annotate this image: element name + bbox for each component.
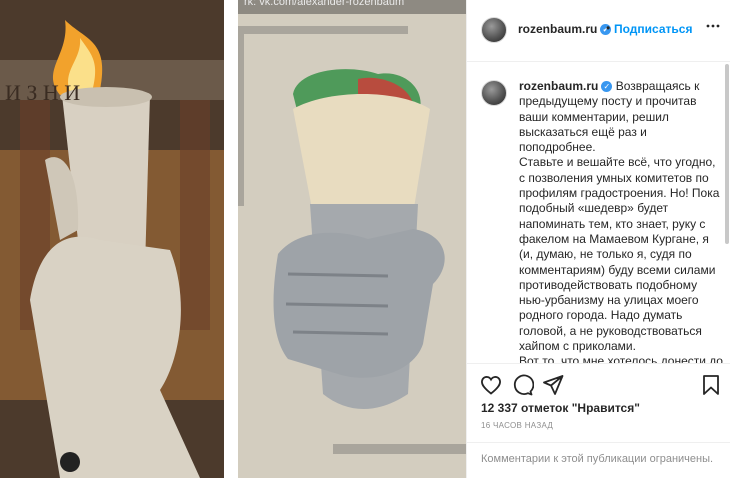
avatar[interactable] <box>481 17 507 43</box>
comments-footer: Комментарии к этой публикации ограничены… <box>467 442 730 478</box>
paper-plane-icon[interactable] <box>541 373 565 397</box>
caption-text: rozenbaum.ru ✓ Возвращаясь к предыдущему … <box>519 79 723 363</box>
post-actions: 12 337 отметок "Нравится" 16 ЧАСОВ НАЗАД <box>467 363 730 453</box>
left-photo-inscription: И З Н И <box>5 80 80 105</box>
avatar[interactable] <box>481 80 507 106</box>
caption-body-2: Вот то, что мне хотелось донести до вас,… <box>519 354 723 363</box>
follow-button[interactable]: Подписаться <box>614 22 692 36</box>
heart-icon[interactable] <box>479 373 503 397</box>
verified-badge-icon: ✓ <box>601 81 613 92</box>
media-top-caption: rk: vk.com/alexander-rozenbaum <box>244 0 405 8</box>
more-options-icon[interactable] <box>705 18 721 39</box>
post-header: rozenbaum.ru ✓ • Подписаться <box>467 0 730 62</box>
caption-body-1: Ставьте и вешайте всё, что угодно, с поз… <box>519 155 720 354</box>
caption-comment: rozenbaum.ru ✓ Возвращаясь к предыдущему … <box>467 63 730 363</box>
comment-icon[interactable] <box>510 373 535 397</box>
header-dot-separator: • <box>606 21 611 35</box>
post-media[interactable]: И З Н И rk: vk.com/alexander-rozenbaum <box>0 0 466 478</box>
caption-username[interactable]: rozenbaum.ru <box>519 79 598 93</box>
photo-divider <box>224 0 238 478</box>
post-timestamp[interactable]: 16 ЧАСОВ НАЗАД <box>481 421 553 430</box>
bookmark-icon[interactable] <box>699 373 723 397</box>
shawarma-sculpture-image <box>238 14 466 478</box>
header-username[interactable]: rozenbaum.ru ✓ <box>518 22 612 36</box>
header-username-text[interactable]: rozenbaum.ru <box>518 22 597 36</box>
comments-scrollbar[interactable] <box>725 64 729 244</box>
post-side-panel: rozenbaum.ru ✓ • Подписаться rozenbaum.ru… <box>466 0 730 478</box>
comments-limited-notice: Комментарии к этой публикации ограничены… <box>481 453 714 465</box>
likes-count[interactable]: 12 337 отметок "Нравится" <box>481 401 640 415</box>
torch-sculpture-image: И З Н И <box>0 0 224 478</box>
